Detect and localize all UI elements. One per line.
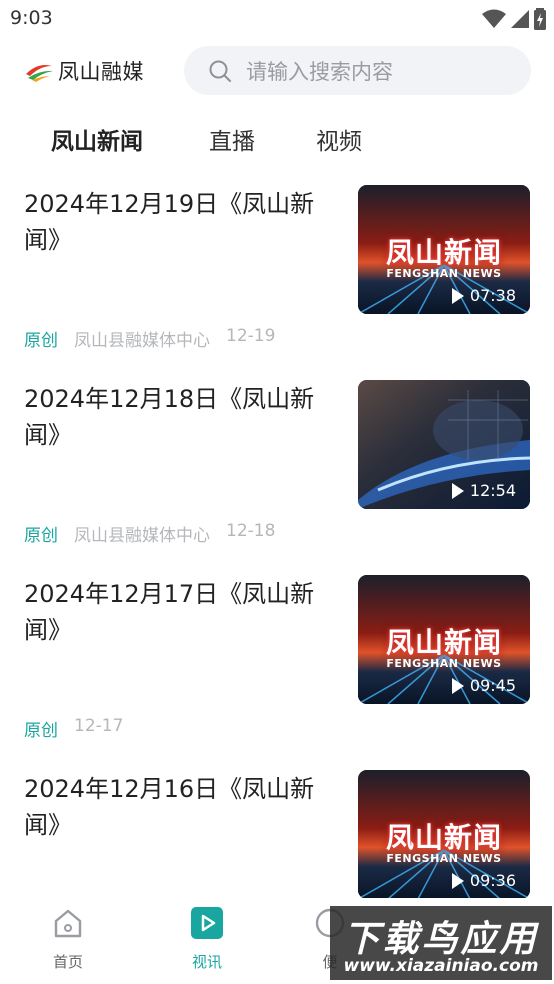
- nav-video-label: 视讯: [191, 953, 222, 971]
- list-item[interactable]: 2024年12月19日《凤山新闻》 凤山新闻 FENGSHAN NEWS 07:…: [0, 168, 554, 363]
- duration-badge: 09:45: [451, 676, 516, 695]
- nav-home-label: 首页: [52, 953, 83, 971]
- status-bar: 9:03: [0, 0, 554, 38]
- thumbnail-subtitle: FENGSHAN NEWS: [386, 852, 502, 865]
- duration-badge: 07:38: [451, 286, 516, 305]
- item-title: 2024年12月16日《凤山新闻》: [24, 775, 315, 839]
- logo-swoosh-icon: [26, 65, 53, 82]
- original-tag: 原创: [24, 526, 58, 546]
- tab-video[interactable]: 视频: [316, 122, 362, 156]
- duration-badge: 09:36: [451, 871, 516, 890]
- video-thumbnail[interactable]: 12:54: [358, 380, 530, 509]
- original-tag: 原创: [24, 721, 58, 741]
- thumbnail-subtitle: FENGSHAN NEWS: [386, 657, 502, 670]
- video-duration: 07:38: [469, 286, 516, 305]
- thumbnail-title: 凤山新闻: [385, 821, 502, 854]
- item-source: 凤山县融媒体中心: [74, 526, 210, 546]
- status-time: 9:03: [10, 7, 53, 29]
- duration-badge: 12:54: [451, 481, 516, 500]
- watermark: 下载鸟应用 www.xiazainiao.com: [330, 906, 552, 980]
- status-icons: [482, 8, 546, 30]
- item-title: 2024年12月19日《凤山新闻》: [24, 190, 315, 254]
- item-title: 2024年12月17日《凤山新闻》: [24, 580, 315, 644]
- play-icon: [451, 677, 464, 694]
- item-date: 12-19: [226, 326, 276, 346]
- signal-icon: [511, 10, 529, 28]
- item-meta: 原创 凤山县融媒体中心 12-19: [24, 326, 275, 351]
- list-item[interactable]: 2024年12月18日《凤山新闻》 12:54 原创 凤山县融媒体中心 12-1…: [0, 363, 554, 558]
- app-logo: 凤山融媒: [24, 56, 144, 86]
- category-tabs: 凤山新闻 直播 视频: [0, 110, 554, 166]
- item-meta: 原创 12-17: [24, 716, 123, 741]
- play-icon: [451, 872, 464, 889]
- item-meta: 原创 凤山县融媒体中心 12-18: [24, 521, 275, 546]
- tab-fengshan-news[interactable]: 凤山新闻: [51, 122, 143, 156]
- video-thumbnail[interactable]: 凤山新闻 FENGSHAN NEWS 09:45: [358, 575, 530, 704]
- play-icon: [451, 482, 464, 499]
- video-duration: 09:45: [469, 676, 516, 695]
- nav-video[interactable]: 视讯: [177, 906, 237, 972]
- video-duration: 09:36: [469, 871, 516, 890]
- item-date: 12-17: [74, 716, 124, 736]
- nav-home[interactable]: 首页: [38, 906, 98, 972]
- search-input[interactable]: 请输入搜索内容: [184, 46, 531, 95]
- video-thumbnail[interactable]: 凤山新闻 FENGSHAN NEWS 09:36: [358, 770, 530, 899]
- item-title: 2024年12月18日《凤山新闻》: [24, 385, 315, 449]
- original-tag: 原创: [24, 331, 58, 351]
- search-icon: [209, 60, 231, 82]
- home-icon: [54, 909, 82, 938]
- search-placeholder: 请输入搜索内容: [246, 59, 393, 84]
- watermark-title: 下载鸟应用: [343, 919, 539, 960]
- play-square-icon: [191, 907, 223, 939]
- wifi-icon: [482, 9, 506, 28]
- play-icon: [451, 287, 464, 304]
- video-thumbnail[interactable]: 凤山新闻 FENGSHAN NEWS 07:38: [358, 185, 530, 314]
- thumbnail-title: 凤山新闻: [385, 626, 502, 659]
- video-duration: 12:54: [469, 481, 516, 500]
- app-header: 凤山融媒 请输入搜索内容: [0, 44, 554, 98]
- watermark-url: www.xiazainiao.com: [343, 956, 539, 976]
- item-date: 12-18: [226, 521, 276, 541]
- app-name: 凤山融媒: [58, 60, 144, 84]
- item-source: 凤山县融媒体中心: [74, 331, 210, 351]
- thumbnail-title: 凤山新闻: [385, 236, 502, 269]
- battery-icon: [534, 8, 546, 30]
- list-item[interactable]: 2024年12月17日《凤山新闻》 凤山新闻 FENGSHAN NEWS 09:…: [0, 558, 554, 753]
- tab-live[interactable]: 直播: [209, 122, 255, 156]
- thumbnail-subtitle: FENGSHAN NEWS: [386, 267, 502, 280]
